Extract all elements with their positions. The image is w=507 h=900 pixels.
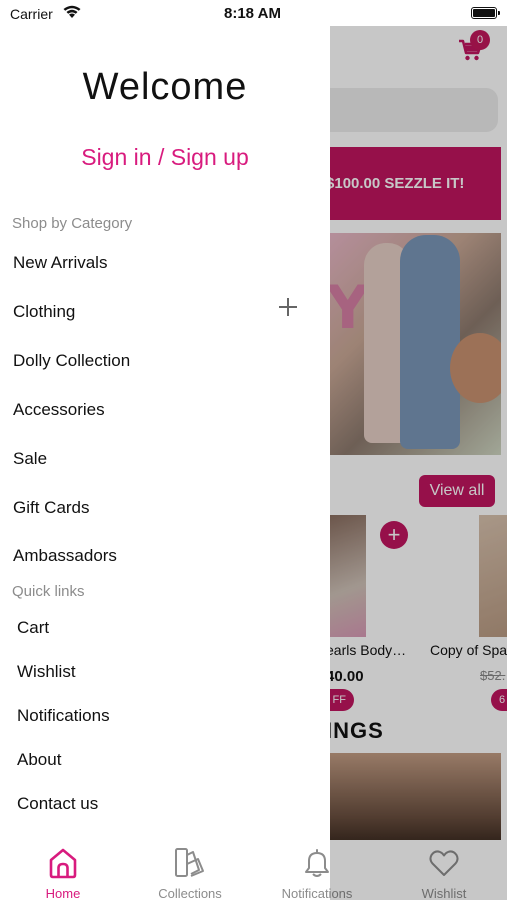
expand-plus-icon[interactable] [279, 298, 297, 316]
carrier-label: Carrier [10, 6, 53, 22]
welcome-heading: Welcome [82, 66, 248, 108]
category-item-new-arrivals[interactable]: New Arrivals [13, 253, 107, 273]
quick-link-contact-us[interactable]: Contact us [17, 794, 98, 814]
drawer-backdrop[interactable] [330, 26, 507, 900]
clock-time: 8:18 AM [224, 5, 281, 22]
battery-icon [471, 7, 500, 19]
category-item-sale[interactable]: Sale [13, 449, 47, 469]
category-item-ambassadors[interactable]: Ambassadors [13, 546, 117, 566]
tab-label: Collections [158, 886, 222, 900]
home-icon [18, 846, 108, 880]
shop-by-category-title: Shop by Category [12, 215, 133, 232]
sign-in-link[interactable]: Sign in / Sign up [0, 144, 330, 171]
category-item-gift-cards[interactable]: Gift Cards [13, 498, 90, 518]
quick-link-wishlist[interactable]: Wishlist [17, 662, 76, 682]
status-bar: Carrier 8:18 AM [0, 0, 507, 26]
quick-link-about[interactable]: About [17, 750, 61, 770]
collections-icon [145, 846, 235, 880]
wifi-icon [62, 4, 82, 25]
tab-home[interactable]: Home [18, 846, 108, 900]
quick-links-title: Quick links [12, 583, 85, 600]
side-drawer: Welcome Sign in / Sign up Shop by Catego… [0, 26, 330, 840]
quick-link-cart[interactable]: Cart [17, 618, 49, 638]
category-item-dolly-collection[interactable]: Dolly Collection [13, 351, 130, 371]
tab-collections[interactable]: Collections [145, 846, 235, 900]
quick-link-notifications[interactable]: Notifications [17, 706, 110, 726]
tab-label: Home [45, 886, 81, 900]
category-item-accessories[interactable]: Accessories [13, 400, 105, 420]
category-item-clothing[interactable]: Clothing [13, 302, 75, 322]
